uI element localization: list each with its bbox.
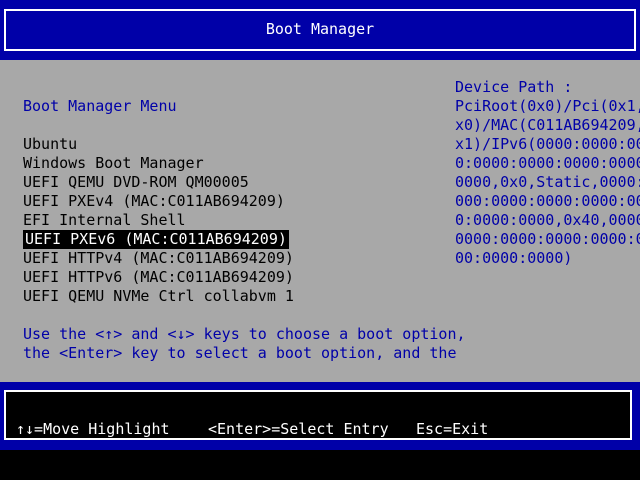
boot-option-qemu-dvd-rom[interactable]: UEFI QEMU DVD-ROM QM00005 (23, 173, 249, 192)
device-path-line: 0:0000:0000:0000:0000: (455, 154, 640, 172)
boot-option-httpv4[interactable]: UEFI HTTPv4 (MAC:C011AB694209) (23, 249, 294, 268)
device-path-line: 0:0000:0000,0x40,0000: (455, 211, 640, 229)
bottom-border (0, 450, 640, 480)
boot-option-ubuntu[interactable]: Ubuntu (23, 135, 77, 154)
boot-option-pxev4[interactable]: UEFI PXEv4 (MAC:C011AB694209) (23, 192, 285, 211)
boot-option-httpv6[interactable]: UEFI HTTPv6 (MAC:C011AB694209) (23, 268, 294, 287)
device-path-line: x1)/IPv6(0000:0000:000 (455, 135, 640, 153)
device-path-line: 000:0000:0000:0000:000 (455, 192, 640, 210)
boot-option-efi-internal-shell[interactable]: EFI Internal Shell (23, 211, 186, 230)
page-title: Boot Manager (265, 20, 375, 38)
device-path-line: PciRoot(0x0)/Pci(0x1,0 (455, 97, 640, 115)
device-path-line: 00:0000:0000) (455, 249, 573, 267)
move-highlight-hint: ↑↓=Move Highlight (16, 420, 170, 438)
title-bar: Boot Manager (0, 0, 640, 60)
device-path-line: x0)/MAC(C011AB694209,0 (455, 116, 640, 134)
select-entry-hint: <Enter>=Select Entry (208, 420, 389, 438)
device-path-line: 0000,0x0,Static,0000:0 (455, 173, 640, 191)
boot-option-pxev6[interactable]: UEFI PXEv6 (MAC:C011AB694209) (23, 230, 289, 249)
exit-hint: Esc=Exit (416, 420, 489, 438)
footer-bar: ↑↓=Move Highlight <Enter>=Select Entry E… (0, 382, 640, 450)
device-path-line: 0000:0000:0000:0000:00 (455, 230, 640, 248)
device-path-heading: Device Path : (455, 78, 573, 96)
boot-option-qemu-nvme[interactable]: UEFI QEMU NVMe Ctrl collabvm 1 (23, 287, 294, 306)
help-text-line: the <Enter> key to select a boot option,… (23, 344, 457, 362)
boot-option-windows-boot-manager[interactable]: Windows Boot Manager (23, 154, 204, 173)
menu-heading: Boot Manager Menu (23, 97, 177, 115)
help-text-line: Use the <↑> and <↓> keys to choose a boo… (23, 325, 466, 343)
